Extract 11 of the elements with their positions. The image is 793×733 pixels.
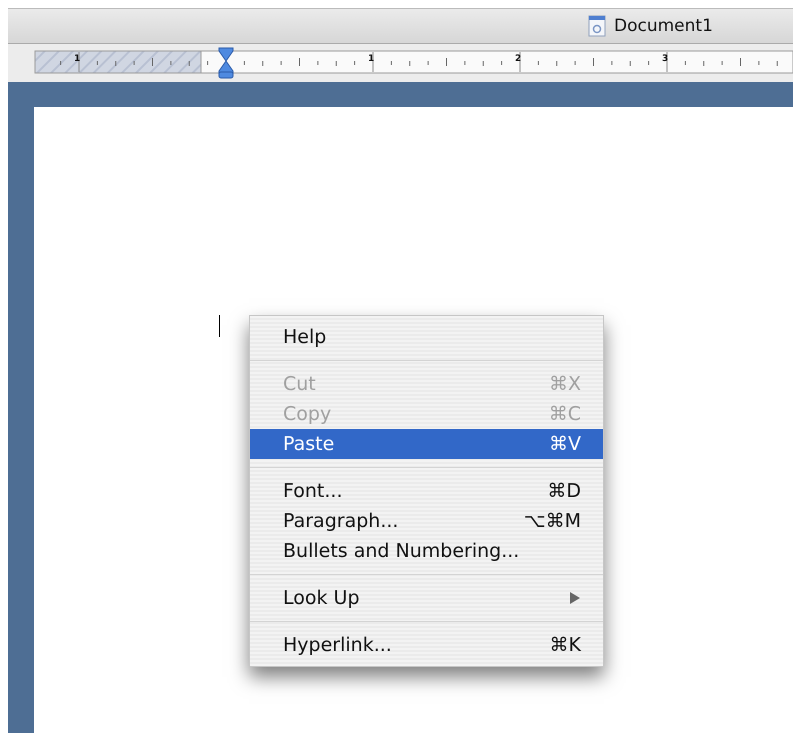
menu-item[interactable]: Help [250, 322, 603, 352]
menu-item[interactable]: Look Up [250, 583, 603, 613]
window-title: Document1 [614, 16, 713, 36]
menu-item[interactable]: Paragraph... ⌥⌘M [250, 506, 603, 536]
menu-item[interactable]: Hyperlink... ⌘K [250, 630, 603, 660]
menu-item[interactable]: Font... ⌘D [250, 476, 603, 506]
menu-item[interactable]: Paste ⌘V [250, 429, 603, 459]
text-cursor [219, 315, 220, 337]
menu-item[interactable]: Bullets and Numbering... [250, 536, 603, 566]
indent-marker-icon[interactable] [218, 48, 234, 78]
document-icon [588, 15, 606, 37]
